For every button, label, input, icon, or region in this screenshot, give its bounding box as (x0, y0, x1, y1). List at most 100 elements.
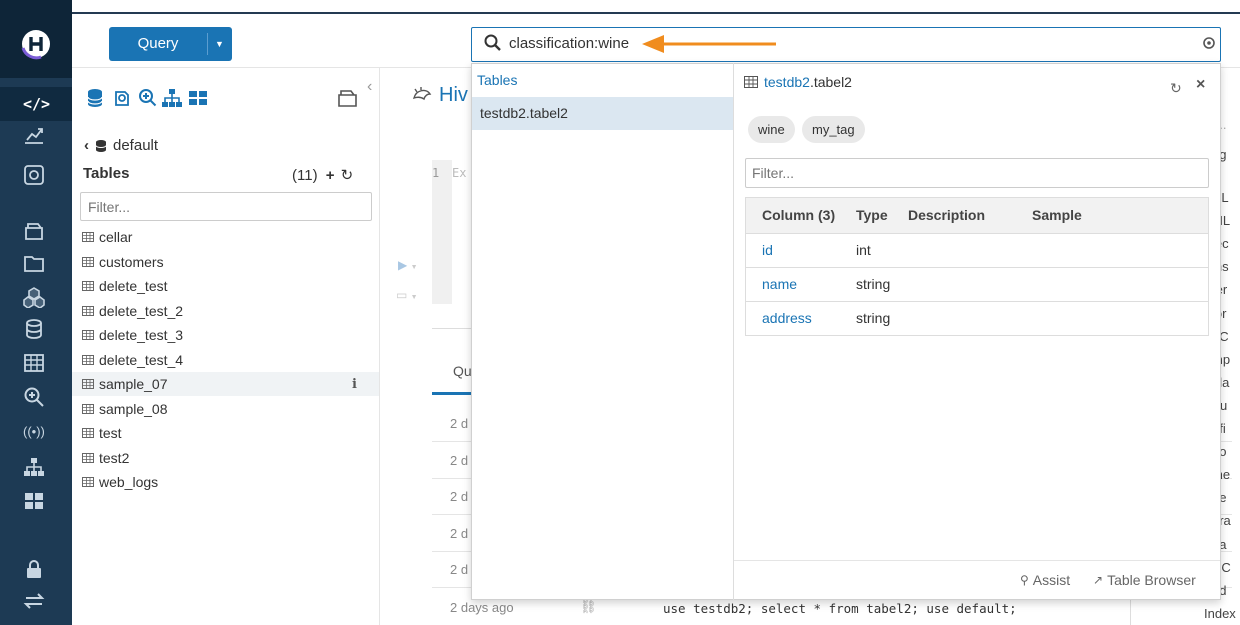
close-icon[interactable]: × (1196, 76, 1205, 94)
hdfs-icon[interactable] (112, 88, 132, 108)
caret-down-icon[interactable]: ▼ (215, 27, 224, 61)
refresh-icon[interactable]: ↻ (341, 167, 354, 184)
table-icon[interactable] (0, 349, 72, 377)
query-button-separator (207, 33, 208, 55)
assist-link[interactable]: ⚲ Assist (1020, 572, 1070, 588)
table-list-item[interactable]: delete_test (72, 274, 379, 298)
column-sample (1024, 232, 1208, 267)
info-icon[interactable]: i (352, 377, 357, 392)
hierarchy-icon[interactable] (162, 88, 182, 108)
table-list-item-label: test2 (99, 449, 130, 466)
search-zoom-icon[interactable] (138, 88, 158, 108)
database-breadcrumb[interactable]: ‹ default (84, 137, 158, 154)
table-list-item[interactable]: customers (72, 250, 379, 274)
editor-placeholder[interactable]: Ex (452, 166, 466, 180)
table-icon (82, 305, 94, 316)
column-row[interactable]: address string (746, 300, 1208, 335)
documents-icon[interactable] (337, 88, 359, 108)
lock-icon[interactable] (0, 555, 72, 583)
table-list-item[interactable]: test (72, 421, 379, 445)
map-icon[interactable]: ▭ ▼ (396, 288, 418, 302)
database-icon[interactable] (0, 315, 72, 343)
history-last-code[interactable]: use testdb2; select * from tabel2; use d… (663, 601, 1017, 616)
jobs-icon[interactable] (0, 283, 72, 311)
column-header[interactable]: Sample (1024, 198, 1208, 233)
table-list-item-label: sample_08 (99, 400, 168, 417)
table-list-item[interactable]: sample_08 (72, 397, 379, 421)
search-icon (484, 34, 502, 52)
column-sample (1024, 266, 1208, 301)
exchange-icon[interactable] (0, 587, 72, 615)
refresh-icon[interactable]: ↻ (1170, 80, 1182, 97)
search-result-item[interactable]: testdb2.tabel2 (472, 97, 733, 130)
column-description (900, 232, 1024, 267)
hue-logo[interactable] (0, 0, 72, 78)
table-list-item-label: delete_test_3 (99, 327, 184, 343)
table-list-item-label: web_logs (99, 474, 159, 490)
hive-icon (413, 86, 432, 100)
add-icon[interactable]: + (326, 167, 335, 184)
column-row[interactable]: id int (746, 232, 1208, 267)
link-icon[interactable]: ⛓ (580, 599, 597, 615)
documents-icon[interactable] (0, 217, 72, 245)
search-zoom-icon[interactable] (0, 383, 72, 411)
column-header[interactable]: Column (3) (746, 198, 848, 233)
hierarchy-icon[interactable] (0, 453, 72, 481)
query-button[interactable]: Query ▼ (109, 27, 232, 61)
search-icon: ⚲ (1020, 573, 1029, 587)
top-accent-line (72, 12, 1240, 14)
table-browser-link[interactable]: ↗ Table Browser (1093, 572, 1196, 588)
table-list-item-label: test (99, 425, 122, 441)
column-name[interactable]: id (746, 232, 848, 267)
table-list-item[interactable]: delete_test_4 (72, 348, 379, 372)
tables-filter-input[interactable] (80, 192, 372, 221)
column-name[interactable]: name (746, 266, 848, 301)
tag-chip[interactable]: my_tag (802, 116, 865, 143)
scheduler-icon[interactable] (0, 161, 72, 189)
tables-header: Tables (83, 165, 130, 182)
table-list-item[interactable]: delete_test_3 (72, 323, 379, 347)
table-list-item[interactable]: web_logs (72, 470, 379, 494)
code-icon[interactable]: </> (0, 87, 72, 121)
table-list-item[interactable]: delete_test_2 (72, 299, 379, 323)
column-divider (1130, 600, 1131, 625)
table-icon (82, 232, 94, 242)
table-list-item-label: customers (99, 253, 164, 270)
column-type: string (848, 266, 900, 301)
table-list-item[interactable]: cellar (72, 225, 379, 249)
table-icon (82, 452, 94, 463)
column-sample (1024, 300, 1208, 335)
line-number: 1 (432, 166, 440, 180)
grid-icon[interactable] (0, 487, 72, 515)
column-name[interactable]: address (746, 300, 848, 335)
detail-table-name: .tabel2 (809, 74, 852, 90)
tables-count-value: (11) (292, 167, 318, 184)
search-input[interactable]: classification:wine (509, 35, 629, 52)
column-header[interactable]: Type (848, 198, 900, 233)
table-icon (82, 403, 94, 414)
column-type: int (848, 232, 900, 267)
table-list-item[interactable]: sample_07 i (72, 372, 379, 396)
history-last-time: 2 days ago (450, 600, 514, 615)
table-list-item[interactable]: test2 (72, 446, 379, 470)
tag-chip[interactable]: wine (748, 116, 795, 143)
editor-title: Hiv (411, 84, 468, 107)
columns-filter-input[interactable] (745, 158, 1209, 188)
folder-icon[interactable] (0, 249, 72, 277)
chevron-left-icon[interactable]: ‹ (367, 78, 372, 96)
query-button-label: Query (137, 35, 179, 52)
stream-icon[interactable]: ((•)) (0, 417, 72, 445)
play-icon[interactable]: ▶ ▼ (398, 258, 418, 272)
results-section-label: Tables (477, 72, 518, 88)
clear-icon[interactable] (1203, 37, 1215, 49)
column-row[interactable]: name string (746, 266, 1208, 301)
grid-icon[interactable] (188, 88, 208, 108)
database-icon[interactable] (86, 88, 104, 108)
detail-db-link[interactable]: testdb2 (764, 74, 810, 90)
dropdown-footer-divider (734, 560, 1220, 561)
result-detail-title[interactable]: testdb2.tabel2 (744, 74, 852, 90)
dashboard-icon[interactable] (0, 121, 72, 149)
column-header[interactable]: Description (900, 198, 1024, 233)
tables-count: (11) + ↻ (292, 166, 353, 184)
chevron-left-icon[interactable]: ‹ (84, 137, 89, 154)
